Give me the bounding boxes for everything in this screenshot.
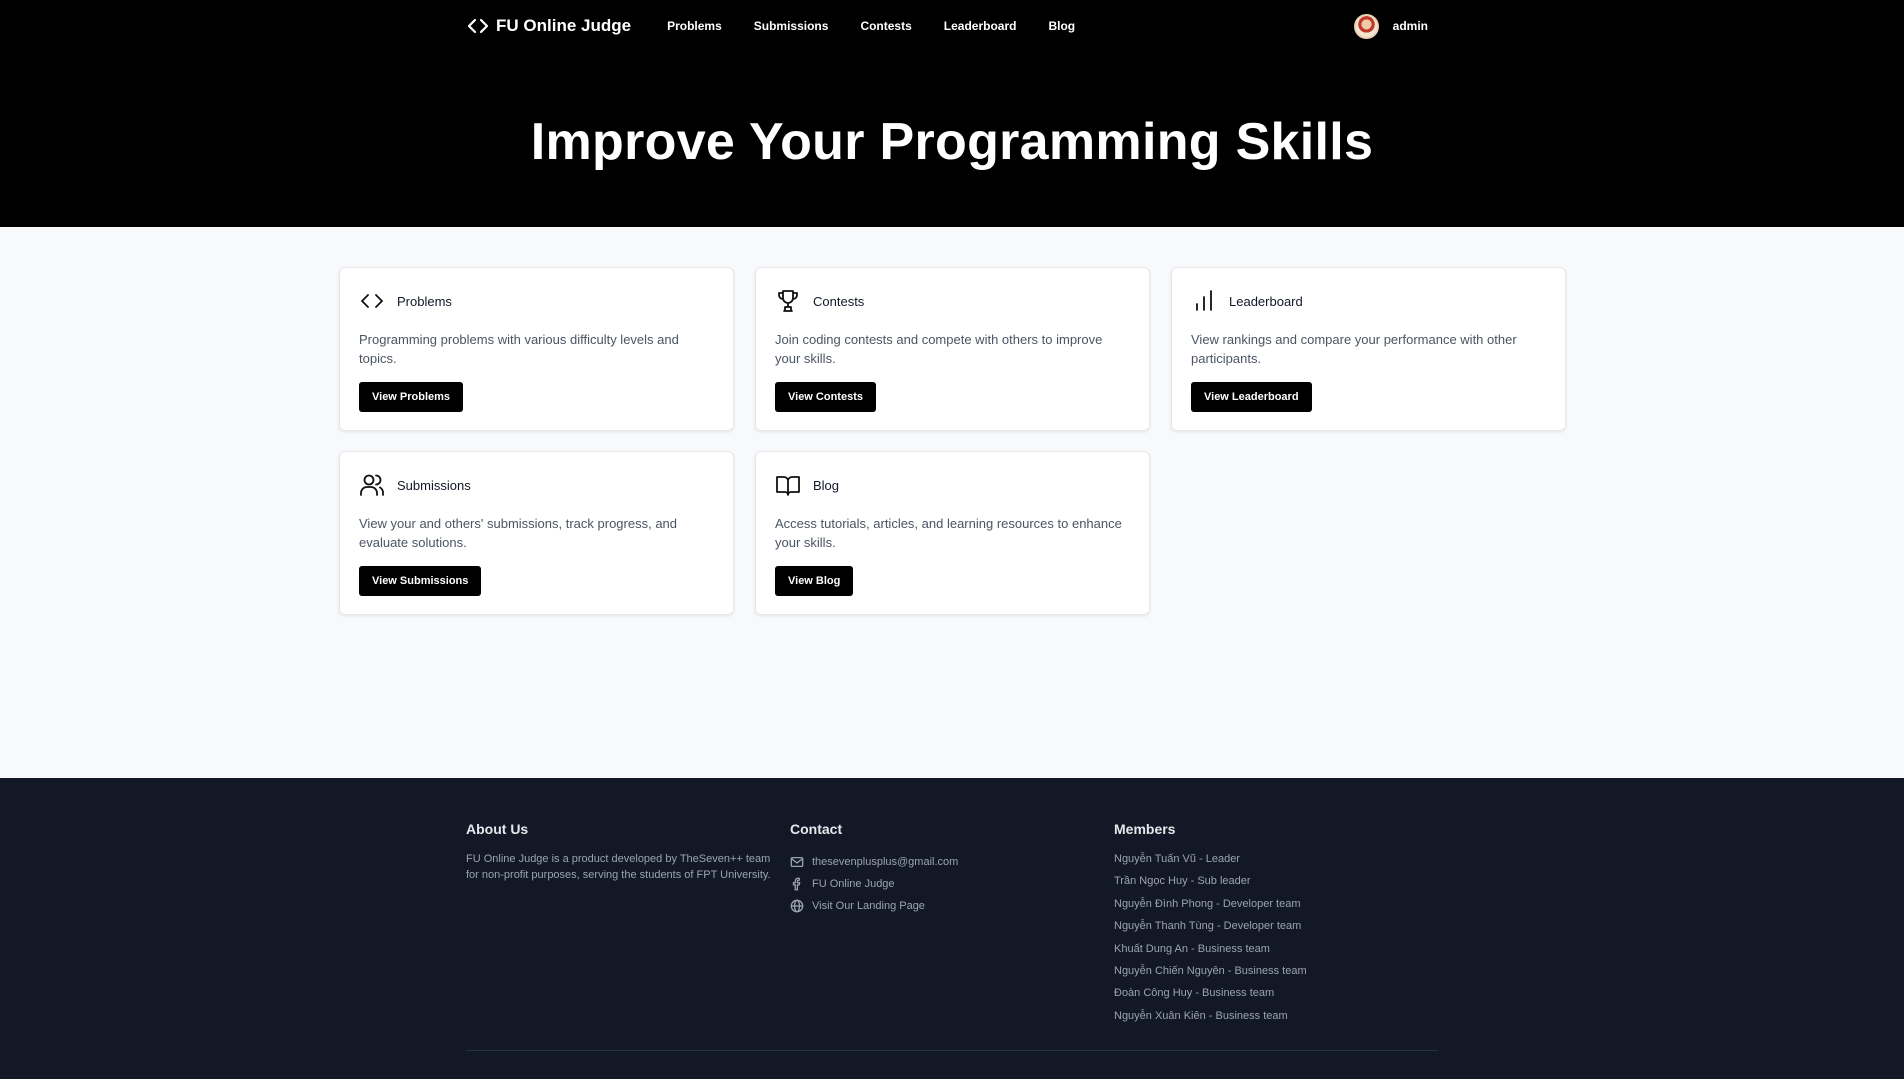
contact-heading: Contact [790, 821, 843, 837]
view-leaderboard-button[interactable]: View Leaderboard [1191, 382, 1312, 412]
contact-email[interactable]: thesevenplusplus@gmail.com [812, 856, 958, 868]
feature-cards: Problems Programming problems with vario… [339, 267, 1567, 615]
nav-leaderboard[interactable]: Leaderboard [944, 19, 1017, 33]
navbar: FU Online Judge Problems Submissions Con… [466, 0, 1428, 52]
member-item: Trần Ngọc Huy - Sub leader [1114, 875, 1251, 888]
contact-facebook-link[interactable]: FU Online Judge [790, 873, 1114, 895]
card-description: Access tutorials, articles, and learning… [775, 516, 1122, 550]
nav-submissions[interactable]: Submissions [754, 19, 829, 33]
card-title: Problems [397, 293, 452, 309]
card-description: Join coding contests and compete with ot… [775, 332, 1103, 366]
top-banner: FU Online Judge Problems Submissions Con… [0, 0, 1904, 227]
view-contests-button[interactable]: View Contests [775, 382, 876, 412]
card-title: Blog [813, 477, 840, 493]
view-problems-button[interactable]: View Problems [359, 382, 464, 412]
card-description: View rankings and compare your performan… [1191, 332, 1517, 366]
member-item: Nguyễn Thanh Tùng - Developer team [1114, 920, 1302, 933]
card-description: Programming problems with various diffic… [359, 332, 679, 366]
member-item: Nguyễn Xuân Kiên - Business team [1114, 1009, 1288, 1022]
hero-title: Improve Your Programming Skills [530, 113, 1374, 171]
contact-email-link[interactable]: thesevenplusplus@gmail.com [790, 851, 1114, 873]
card-description: View your and others' submissions, track… [359, 516, 678, 550]
trophy-icon [778, 290, 798, 312]
about-heading: About Us [466, 821, 529, 837]
footer-contact: Contact thesevenplusplus@gmail.com FU On… [790, 821, 1114, 1030]
card-title: Contests [813, 293, 865, 309]
contact-facebook[interactable]: FU Online Judge [812, 878, 895, 890]
footer-divider [466, 1050, 1438, 1051]
facebook-icon [792, 877, 801, 891]
card-problems: Problems Programming problems with vario… [339, 267, 734, 431]
book-icon [776, 476, 800, 496]
brand-name: FU Online Judge [496, 16, 632, 35]
member-item: Nguyễn Đình Phong - Developer team [1114, 897, 1301, 910]
code-icon [467, 18, 489, 34]
members-heading: Members [1114, 821, 1176, 837]
view-blog-button[interactable]: View Blog [775, 566, 854, 596]
card-submissions: Submissions View your and others' submis… [339, 451, 734, 615]
brand-link[interactable]: FU Online Judge [466, 14, 631, 38]
footer: About Us FU Online Judge is a product de… [0, 778, 1904, 1079]
code-icon [361, 294, 383, 308]
user-name[interactable]: admin [1393, 19, 1428, 33]
footer-members: Members Nguyễn Tuấn Vũ - Leader Trần Ngọ… [1114, 821, 1438, 1030]
nav-contests[interactable]: Contests [860, 19, 911, 33]
globe-icon [790, 899, 804, 913]
nav-blog[interactable]: Blog [1048, 19, 1075, 33]
card-leaderboard: Leaderboard View rankings and compare yo… [1171, 267, 1566, 431]
member-item: Khuất Dung An - Business team [1114, 942, 1270, 955]
card-contests: Contests Join coding contests and compet… [755, 267, 1150, 431]
member-item: Nguyễn Tuấn Vũ - Leader [1114, 853, 1240, 865]
card-title: Leaderboard [1229, 293, 1303, 309]
view-submissions-button[interactable]: View Submissions [359, 566, 482, 596]
bar-chart-icon [1196, 290, 1212, 311]
mail-icon [790, 856, 804, 868]
member-item: Đoàn Công Huy - Business team [1114, 987, 1275, 1000]
avatar[interactable] [1353, 13, 1379, 39]
member-item: Nguyễn Chiến Nguyên - Business team [1114, 964, 1307, 977]
about-text: FU Online Judge is a product developed b… [466, 853, 771, 881]
nav-links: Problems Submissions Contests Leaderboar… [667, 19, 1075, 33]
footer-about: About Us FU Online Judge is a product de… [466, 821, 790, 1030]
nav-problems[interactable]: Problems [667, 19, 722, 33]
user-menu[interactable]: admin [1353, 13, 1428, 39]
card-title: Submissions [397, 477, 471, 493]
contact-website[interactable]: Visit Our Landing Page [812, 900, 925, 912]
contact-website-link[interactable]: Visit Our Landing Page [790, 895, 1114, 917]
users-icon [360, 474, 384, 496]
card-blog: Blog Access tutorials, articles, and lea… [755, 451, 1150, 615]
